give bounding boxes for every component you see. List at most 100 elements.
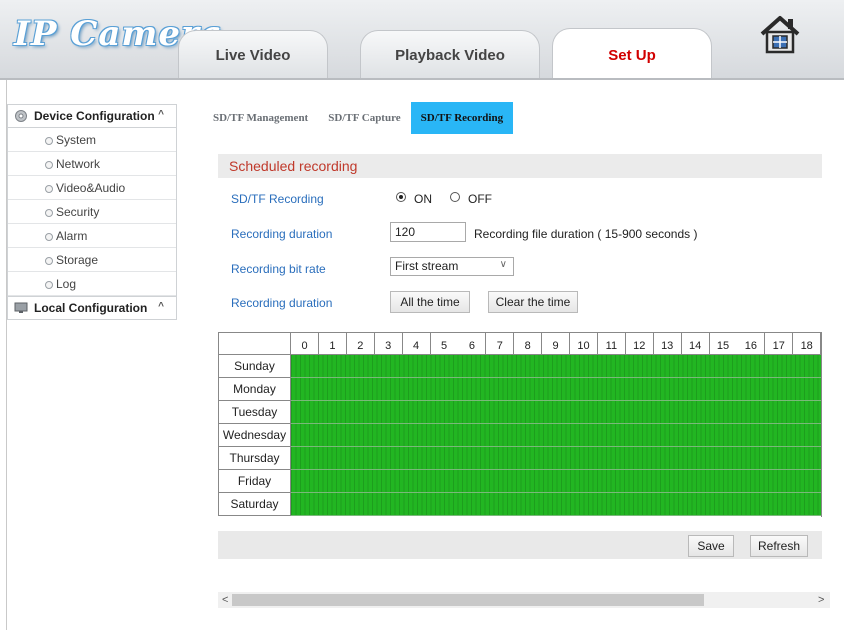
tab-live-video-label: Live Video: [215, 47, 291, 64]
bullet-icon: [45, 281, 53, 289]
scrollbar-thumb[interactable]: [232, 594, 704, 606]
tab-set-up[interactable]: Set Up: [552, 28, 712, 80]
day-label[interactable]: Monday: [218, 378, 291, 401]
radio-on-label: ON: [414, 192, 432, 206]
section-title: Scheduled recording: [229, 158, 358, 174]
day-schedule-cells[interactable]: [291, 470, 822, 493]
tab-live-video[interactable]: Live Video: [178, 30, 328, 78]
day-schedule-cells[interactable]: [291, 355, 822, 378]
sidebar-item-security[interactable]: Security: [8, 200, 176, 224]
top-header: IP Camera Live Video Playback Video Set …: [0, 0, 844, 80]
day-label[interactable]: Wednesday: [218, 424, 291, 447]
hour-header[interactable]: 4: [402, 332, 431, 355]
hour-header[interactable]: 17: [765, 332, 794, 355]
subtab-sdtf-capture[interactable]: SD/TF Capture: [318, 102, 410, 134]
day-label[interactable]: Sunday: [218, 355, 291, 378]
hour-header[interactable]: 14: [681, 332, 710, 355]
hour-header[interactable]: 12: [625, 332, 654, 355]
duration-input[interactable]: 120: [390, 222, 466, 242]
grid-divider: [821, 332, 822, 517]
device-config-list: System Network Video&Audio Security Alar…: [7, 128, 177, 296]
hour-header[interactable]: 3: [374, 332, 403, 355]
subtab-sdtf-management[interactable]: SD/TF Management: [203, 102, 318, 134]
collapse-caret-icon[interactable]: ^: [158, 109, 164, 120]
monitor-icon: [14, 302, 28, 313]
sidebar-device-configuration[interactable]: Device Configuration ^: [7, 104, 177, 128]
bitrate-selected-value: First stream: [395, 259, 459, 273]
duration-help-text: Recording file duration ( 15-900 seconds…: [474, 227, 698, 241]
grid-corner: [218, 332, 291, 355]
day-label[interactable]: Tuesday: [218, 401, 291, 424]
sidebar-local-configuration[interactable]: Local Configuration ^: [7, 296, 177, 320]
bullet-icon: [45, 137, 53, 145]
hour-header[interactable]: 15: [709, 332, 738, 355]
hour-header[interactable]: 2: [346, 332, 375, 355]
day-schedule-cells[interactable]: [291, 447, 822, 470]
day-label[interactable]: Thursday: [218, 447, 291, 470]
recording-label: SD/TF Recording: [231, 192, 324, 206]
subtab-bar: SD/TF Management SD/TF Capture SD/TF Rec…: [203, 102, 514, 134]
sidebar-item-network[interactable]: Network: [8, 152, 176, 176]
hour-header[interactable]: 6: [458, 332, 487, 355]
refresh-button[interactable]: Refresh: [750, 535, 808, 557]
subtab-sdtf-recording[interactable]: SD/TF Recording: [410, 102, 514, 134]
section-header: Scheduled recording: [218, 154, 822, 178]
clear-the-time-button[interactable]: Clear the time: [488, 291, 578, 313]
horizontal-scrollbar[interactable]: < >: [218, 592, 830, 608]
bullet-icon: [45, 209, 53, 217]
scroll-right-icon[interactable]: >: [818, 592, 824, 608]
collapse-caret-icon[interactable]: ^: [158, 301, 164, 312]
sidebar-item-label: Network: [56, 156, 101, 171]
sidebar-item-log[interactable]: Log: [8, 272, 176, 296]
radio-off[interactable]: [450, 192, 460, 202]
sidebar-item-label: Video&Audio: [56, 180, 126, 195]
sidebar-item-label: System: [56, 132, 97, 147]
hour-header[interactable]: 11: [597, 332, 626, 355]
sidebar-item-storage[interactable]: Storage: [8, 248, 176, 272]
sidebar-item-video-audio[interactable]: Video&Audio: [8, 176, 176, 200]
save-button[interactable]: Save: [688, 535, 734, 557]
sidebar-item-label: Log: [56, 276, 77, 291]
tab-playback-video[interactable]: Playback Video: [360, 30, 540, 78]
hour-header[interactable]: 7: [486, 332, 515, 355]
bullet-icon: [45, 257, 53, 265]
schedule-grid[interactable]: 0 1 2 3 4 5 6 7 8 9 10 11 12 13 14 15 16 17 18 Sunday Monday…: [218, 332, 822, 517]
sidebar-item-alarm[interactable]: Alarm: [8, 224, 176, 248]
day-schedule-cells[interactable]: [291, 424, 822, 447]
sidebar-item-label: Security: [56, 204, 100, 219]
hour-header[interactable]: 18: [793, 332, 822, 355]
hour-header[interactable]: 1: [318, 332, 347, 355]
chevron-down-icon: ∨: [499, 259, 507, 270]
day-label[interactable]: Saturday: [218, 493, 291, 516]
sidebar-item-system[interactable]: System: [8, 128, 176, 152]
local-configuration-label: Local Configuration: [34, 301, 148, 315]
home-icon[interactable]: [758, 12, 802, 56]
schedule-label: Recording duration: [231, 296, 333, 310]
hour-header[interactable]: 5: [430, 332, 459, 355]
tab-playback-video-label: Playback Video: [395, 47, 505, 64]
sidebar-item-label: Alarm: [56, 228, 88, 243]
day-label[interactable]: Friday: [218, 470, 291, 493]
all-the-time-button[interactable]: All the time: [390, 291, 470, 313]
sidebar: Device Configuration ^ System Network Vi…: [7, 104, 177, 320]
bullet-icon: [45, 161, 53, 169]
gear-icon: [15, 110, 27, 122]
hour-header[interactable]: 8: [514, 332, 543, 355]
tab-set-up-label: Set Up: [608, 47, 656, 64]
day-schedule-cells[interactable]: [291, 401, 822, 424]
day-schedule-cells[interactable]: [291, 493, 822, 516]
hour-header[interactable]: 10: [570, 332, 598, 355]
radio-off-label: OFF: [468, 192, 492, 206]
bitrate-select[interactable]: First stream ∨: [390, 257, 514, 276]
bitrate-label: Recording bit rate: [231, 262, 326, 276]
bullet-icon: [45, 233, 53, 241]
hour-header[interactable]: 0: [291, 332, 319, 355]
duration-label: Recording duration: [231, 227, 333, 241]
hour-header[interactable]: 9: [542, 332, 571, 355]
header-divider: [0, 78, 844, 80]
scroll-left-icon[interactable]: <: [222, 592, 228, 608]
day-schedule-cells[interactable]: [291, 378, 822, 401]
radio-on[interactable]: [396, 192, 406, 202]
hour-header[interactable]: 13: [653, 332, 682, 355]
hour-header[interactable]: 16: [737, 332, 766, 355]
